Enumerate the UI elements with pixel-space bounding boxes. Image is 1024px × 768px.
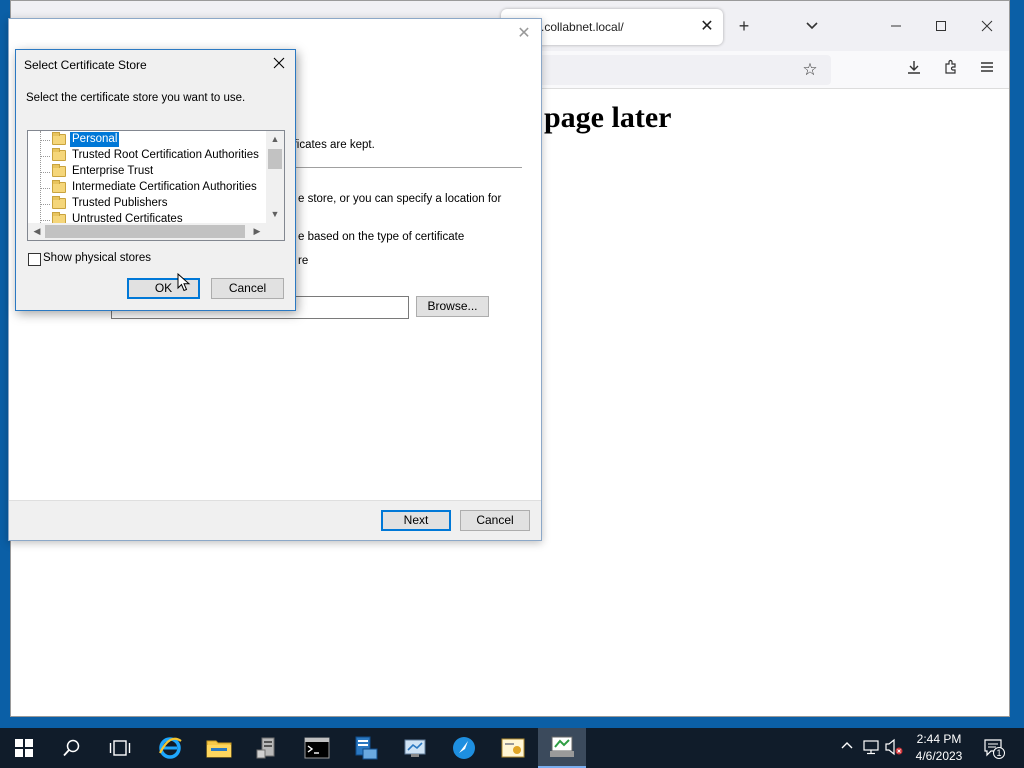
scroll-right-icon[interactable]: ▶ [249, 226, 265, 237]
volume-muted-icon[interactable] [884, 738, 904, 758]
wizard-text-kept: rtificates are kept. [284, 139, 375, 151]
extensions-icon[interactable] [940, 59, 962, 81]
tree-item-personal[interactable]: Personal [28, 131, 266, 148]
search-icon [63, 739, 80, 757]
taskbar: 2:44 PM 4/6/2023 1 [0, 728, 1024, 768]
scroll-left-icon[interactable]: ◀ [29, 226, 45, 237]
folder-icon [52, 180, 66, 193]
tree-connector [40, 220, 50, 221]
wizard-text-re: re [298, 255, 309, 267]
taskbar-internet-explorer[interactable] [146, 728, 194, 768]
folder-icon [52, 212, 66, 223]
tree-item-untrusted[interactable]: Untrusted Certificates [28, 212, 266, 223]
task-view-icon [109, 740, 131, 756]
plus-icon[interactable]: + [733, 15, 755, 37]
wizard-text-store: e store, or you can specify a location f… [298, 193, 502, 205]
tree-item-enterprise-trust[interactable]: Enterprise Trust [28, 164, 266, 180]
taskbar-certificate-manager[interactable] [489, 728, 537, 768]
taskbar-command-prompt[interactable] [293, 728, 341, 768]
folder-icon [52, 148, 66, 161]
tree-item-label: Intermediate Certification Authorities [72, 181, 257, 193]
folder-icon [52, 132, 66, 145]
folder-icon [206, 740, 232, 758]
download-icon[interactable] [903, 59, 925, 81]
server-manager-icon [256, 737, 275, 759]
dialog-close-icon[interactable] [269, 54, 289, 74]
tree-item-trusted-root[interactable]: Trusted Root Certification Authorities [28, 148, 266, 164]
chevron-down-icon[interactable] [801, 15, 823, 37]
task-view-button[interactable] [96, 728, 144, 768]
dialog-instruction: Select the certificate store you want to… [26, 92, 246, 104]
tree-connector [40, 156, 50, 157]
taskbar-remote-desktop[interactable] [342, 728, 390, 768]
tree-item-label: Trusted Root Certification Authorities [72, 149, 259, 161]
notification-center-icon[interactable]: 1 [982, 738, 1006, 759]
command-prompt-icon [304, 737, 330, 759]
wizard-footer: Next Cancel [9, 500, 541, 540]
url-bar[interactable]: ☆ [521, 55, 831, 85]
tree-item-intermediate[interactable]: Intermediate Certification Authorities [28, 180, 266, 196]
minimize-icon[interactable] [885, 15, 907, 37]
tree-connector [40, 188, 50, 189]
page-heading: page later [544, 101, 672, 134]
maximize-icon[interactable] [930, 15, 952, 37]
taskbar-app-circle[interactable] [440, 728, 488, 768]
mouse-cursor-icon [177, 273, 191, 292]
wizard-cancel-button[interactable]: Cancel [460, 510, 530, 531]
vertical-scroll-thumb[interactable] [268, 149, 282, 169]
tree-item-label: Untrusted Certificates [72, 213, 183, 223]
notification-count-badge: 1 [993, 747, 1005, 759]
internet-explorer-icon [159, 737, 182, 759]
browse-button[interactable]: Browse... [416, 296, 489, 317]
start-button[interactable] [0, 728, 48, 768]
tree-item-trusted-publishers[interactable]: Trusted Publishers [28, 196, 266, 212]
windows-icon [15, 739, 33, 757]
next-button[interactable]: Next [381, 510, 451, 531]
tree-item-label: Enterprise Trust [72, 165, 154, 177]
show-physical-stores-checkbox[interactable] [28, 253, 41, 266]
dialog-cancel-button[interactable]: Cancel [211, 278, 284, 299]
tree-connector [40, 204, 50, 205]
menu-icon[interactable] [976, 59, 998, 81]
folder-icon [52, 196, 66, 209]
taskbar-network-tool[interactable] [391, 728, 439, 768]
scrollbar-corner [266, 223, 284, 240]
show-physical-stores-label: Show physical stores [43, 252, 152, 264]
taskbar-file-explorer[interactable] [195, 728, 243, 768]
horizontal-scrollbar[interactable]: ◀ ▶ [28, 223, 266, 240]
vertical-scrollbar[interactable]: ▲ ▼ [266, 131, 284, 223]
certificate-icon [501, 738, 525, 758]
certificate-wizard-icon [550, 736, 574, 757]
scroll-down-icon[interactable]: ▼ [267, 209, 283, 219]
star-icon[interactable]: ☆ [799, 59, 821, 81]
show-hidden-icons-chevron-icon[interactable] [837, 738, 857, 758]
close-icon[interactable] [976, 15, 998, 37]
scroll-up-icon[interactable]: ▲ [267, 134, 283, 144]
wizard-close-icon[interactable]: ✕ [515, 25, 533, 43]
taskbar-certificate-import-wizard[interactable] [538, 728, 586, 768]
remote-desktop-icon [355, 736, 378, 760]
tree-connector [40, 140, 50, 141]
taskbar-server-manager[interactable] [244, 728, 292, 768]
horizontal-scroll-thumb[interactable] [45, 225, 245, 238]
dialog-title: Select Certificate Store [24, 58, 147, 72]
clock-time: 2:44 PM [916, 732, 962, 746]
clock-date: 4/6/2023 [915, 749, 963, 763]
certificate-store-tree[interactable]: Personal Trusted Root Certification Auth… [27, 130, 285, 241]
taskbar-clock[interactable]: 2:44 PM 4/6/2023 [905, 731, 973, 765]
select-certificate-store-dialog: Select Certificate Store Select the cert… [15, 49, 296, 311]
network-icon[interactable] [861, 738, 881, 758]
app-circle-icon [453, 737, 475, 759]
folder-icon [52, 164, 66, 177]
search-button[interactable] [48, 728, 96, 768]
tree-connector [40, 172, 50, 173]
tree-item-label: Personal [68, 131, 121, 148]
tab-title: .collabnet.local/ [541, 20, 624, 34]
tab-close-icon[interactable]: ✕ [697, 17, 717, 37]
tree-item-label: Trusted Publishers [72, 197, 168, 209]
wizard-text-based: e based on the type of certificate [298, 231, 465, 243]
network-tool-icon [404, 739, 426, 757]
tree-items: Personal Trusted Root Certification Auth… [28, 131, 266, 223]
